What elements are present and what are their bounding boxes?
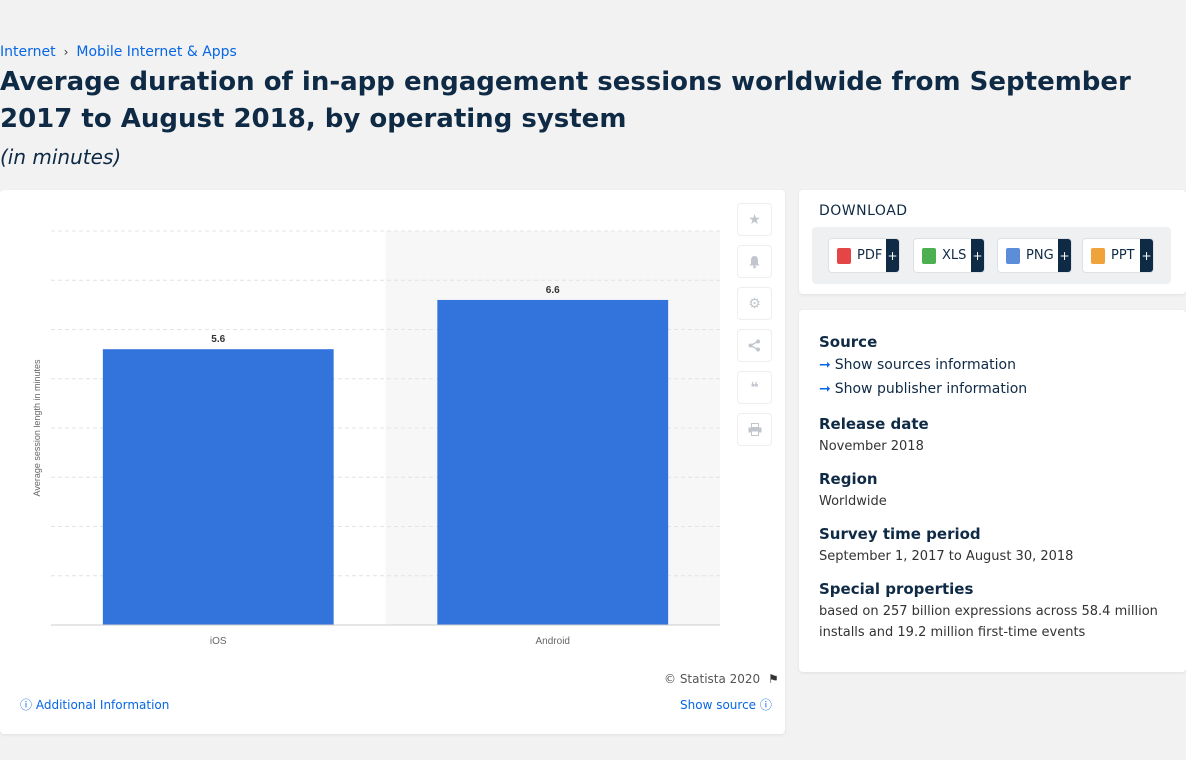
share-button[interactable] bbox=[737, 329, 772, 362]
page-title: Average duration of in-app engagement se… bbox=[0, 67, 1131, 134]
top-bar bbox=[0, 0, 1186, 40]
settings-button[interactable]: ⚙ bbox=[737, 287, 772, 320]
bell-icon bbox=[749, 255, 760, 268]
download-title: DOWNLOAD bbox=[819, 203, 908, 219]
chart-toolbar: ★ ⚙ ❝ bbox=[737, 203, 773, 455]
survey-period-label: Survey time period bbox=[819, 525, 981, 543]
plus-icon: + bbox=[1058, 239, 1071, 272]
arrow-right-icon: ➞ bbox=[819, 381, 831, 397]
download-ppt-button[interactable]: PPT + bbox=[1082, 238, 1154, 273]
bar-chart: 5.6 iOS 6.6 Android Average session length i… bbox=[32, 230, 720, 647]
show-publisher-link[interactable]: ➞ Show publisher information bbox=[819, 381, 1027, 397]
print-icon bbox=[748, 423, 761, 436]
region-value: Worldwide bbox=[819, 494, 887, 509]
special-properties-label: Special properties bbox=[819, 580, 974, 598]
print-button[interactable] bbox=[737, 413, 772, 446]
copyright-text: © Statista 2020 bbox=[664, 672, 761, 686]
additional-information-link[interactable]: ⓘ Additional Information bbox=[20, 696, 169, 713]
download-buttons: PDF + XLS + PNG + PPT + bbox=[812, 227, 1171, 284]
cite-button[interactable]: ❝ bbox=[737, 371, 772, 404]
statistic-info-card: Source ➞ Show sources information ➞ Show p… bbox=[799, 310, 1186, 672]
ppt-icon bbox=[1091, 247, 1105, 264]
bar-android bbox=[437, 299, 669, 625]
pdf-icon bbox=[837, 247, 851, 264]
region-label: Region bbox=[819, 470, 878, 488]
data-label: 6.6 bbox=[546, 285, 560, 296]
breadcrumb: Internet › Mobile Internet & Apps bbox=[0, 44, 237, 60]
png-icon bbox=[1006, 247, 1020, 264]
show-publisher-label: Show publisher information bbox=[834, 381, 1028, 397]
x-tick-label: iOS bbox=[210, 636, 227, 647]
data-label: 5.6 bbox=[211, 334, 225, 345]
download-xls-label: XLS bbox=[942, 248, 967, 263]
breadcrumb-mobile-internet[interactable]: Mobile Internet & Apps bbox=[76, 44, 236, 60]
info-icon: ⓘ bbox=[20, 698, 33, 712]
bar-ios bbox=[102, 349, 334, 625]
show-sources-link[interactable]: ➞ Show sources information bbox=[819, 357, 1016, 373]
share-icon bbox=[748, 339, 760, 352]
favorite-button[interactable]: ★ bbox=[737, 203, 772, 236]
download-card: DOWNLOAD PDF + XLS + PNG + PPT + bbox=[799, 190, 1186, 294]
show-source-label: Show source bbox=[680, 698, 757, 712]
download-pdf-label: PDF bbox=[857, 248, 883, 263]
page-subtitle: (in minutes) bbox=[0, 145, 122, 169]
arrow-right-icon: ➞ bbox=[819, 357, 831, 373]
y-axis-label: Average session length in minutes bbox=[32, 359, 42, 496]
download-png-button[interactable]: PNG + bbox=[997, 238, 1072, 273]
additional-information-label: Additional Information bbox=[35, 698, 170, 712]
breadcrumb-internet[interactable]: Internet bbox=[0, 44, 56, 60]
breadcrumb-separator: › bbox=[63, 45, 69, 59]
plus-icon: + bbox=[886, 239, 899, 272]
copyright: © Statista 2020 ⚑ bbox=[664, 672, 779, 686]
download-png-label: PNG bbox=[1026, 248, 1054, 263]
download-ppt-label: PPT bbox=[1111, 248, 1135, 263]
show-sources-label: Show sources information bbox=[834, 357, 1016, 373]
flag-icon[interactable]: ⚑ bbox=[768, 672, 779, 686]
star-icon: ★ bbox=[748, 211, 761, 228]
alert-button[interactable] bbox=[737, 245, 772, 278]
release-date-label: Release date bbox=[819, 415, 929, 433]
gear-icon: ⚙ bbox=[748, 295, 761, 312]
quote-icon: ❝ bbox=[750, 379, 759, 396]
info-icon: ⓘ bbox=[759, 698, 772, 712]
xls-icon bbox=[922, 247, 936, 264]
plus-icon: + bbox=[971, 239, 984, 272]
show-source-link[interactable]: Show source ⓘ bbox=[680, 696, 772, 713]
survey-period-value: September 1, 2017 to August 30, 2018 bbox=[819, 549, 1074, 564]
source-label: Source bbox=[819, 333, 878, 351]
plus-icon: + bbox=[1140, 239, 1153, 272]
download-xls-button[interactable]: XLS + bbox=[913, 238, 985, 273]
x-tick-label: Android bbox=[536, 636, 570, 647]
release-date-value: November 2018 bbox=[819, 439, 924, 454]
download-pdf-button[interactable]: PDF + bbox=[828, 238, 900, 273]
chart-card: 5.6 iOS 6.6 Android Average session length i… bbox=[0, 190, 785, 734]
special-properties-value: based on 257 billion expressions across … bbox=[819, 604, 1158, 640]
